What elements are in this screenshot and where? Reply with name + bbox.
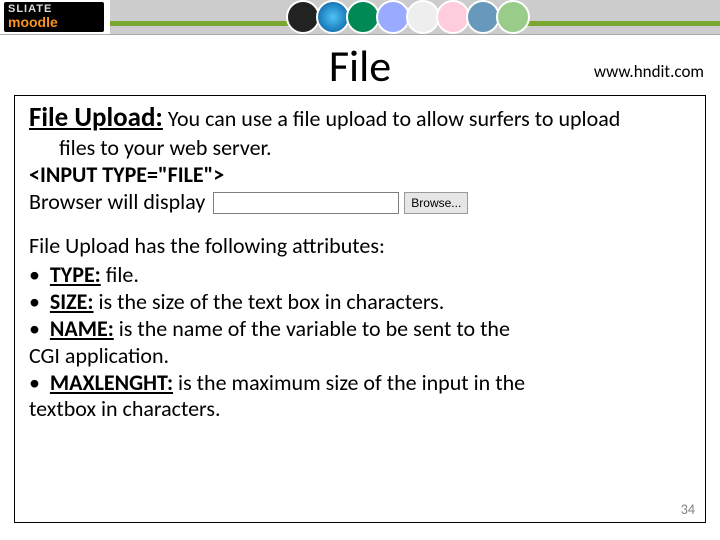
logo-text-bottom: moodle bbox=[8, 15, 100, 29]
banner-circle-icon bbox=[376, 0, 410, 34]
attributes-heading: File Upload has the following attributes… bbox=[29, 233, 691, 260]
site-url: www.hndit.com bbox=[594, 61, 704, 82]
intro-text-1: You can use a file upload to allow surfe… bbox=[163, 105, 620, 132]
title-row: File www.hndit.com bbox=[0, 35, 720, 95]
intro-line-1: File Upload: You can use a file upload t… bbox=[29, 102, 691, 135]
file-input-demo: Browse... bbox=[213, 189, 468, 216]
attr-desc: is the maximum size of the input in the bbox=[173, 369, 525, 396]
attr-desc: file. bbox=[101, 261, 139, 288]
attribute-item: • SIZE: is the size of the text box in c… bbox=[29, 289, 691, 316]
banner-circles bbox=[290, 0, 530, 34]
intro-text-2: files to your web server. bbox=[29, 135, 691, 162]
page-number: 34 bbox=[681, 501, 695, 518]
attr-name: SIZE: bbox=[50, 288, 94, 315]
attr-name: TYPE: bbox=[50, 261, 101, 288]
banner: SLIATE moodle bbox=[0, 0, 720, 35]
banner-circle-icon bbox=[316, 0, 350, 34]
browse-button[interactable]: Browse... bbox=[404, 192, 468, 214]
attribute-item: • NAME: is the name of the variable to b… bbox=[29, 316, 691, 343]
code-example: <INPUT TYPE="FILE"> bbox=[29, 162, 691, 189]
attribute-item-cont: textbox in characters. bbox=[29, 396, 691, 423]
file-path-input[interactable] bbox=[213, 192, 399, 214]
heading-file-upload: File Upload: bbox=[29, 101, 163, 134]
banner-circle-icon bbox=[346, 0, 380, 34]
banner-circle-icon bbox=[436, 0, 470, 34]
browser-display-row: Browser will display Browse... bbox=[29, 189, 691, 216]
attr-desc: is the size of the text box in character… bbox=[94, 288, 445, 315]
attr-desc: is the name of the variable to be sent t… bbox=[114, 315, 510, 342]
content-box: File Upload: You can use a file upload t… bbox=[14, 95, 706, 523]
attribute-item: • MAXLENGHT: is the maximum size of the … bbox=[29, 370, 691, 397]
sliate-moodle-logo: SLIATE moodle bbox=[4, 2, 104, 32]
banner-circle-icon bbox=[466, 0, 500, 34]
banner-circle-icon bbox=[286, 0, 320, 34]
attribute-item: • TYPE: file. bbox=[29, 262, 691, 289]
banner-circle-icon bbox=[406, 0, 440, 34]
attr-name: MAXLENGHT: bbox=[50, 369, 173, 396]
attr-name: NAME: bbox=[50, 315, 114, 342]
browser-will-display-label: Browser will display bbox=[29, 189, 205, 216]
attributes-list: • TYPE: file. • SIZE: is the size of the… bbox=[29, 262, 691, 423]
banner-circle-icon bbox=[496, 0, 530, 34]
attribute-item-cont: CGI application. bbox=[29, 343, 691, 370]
